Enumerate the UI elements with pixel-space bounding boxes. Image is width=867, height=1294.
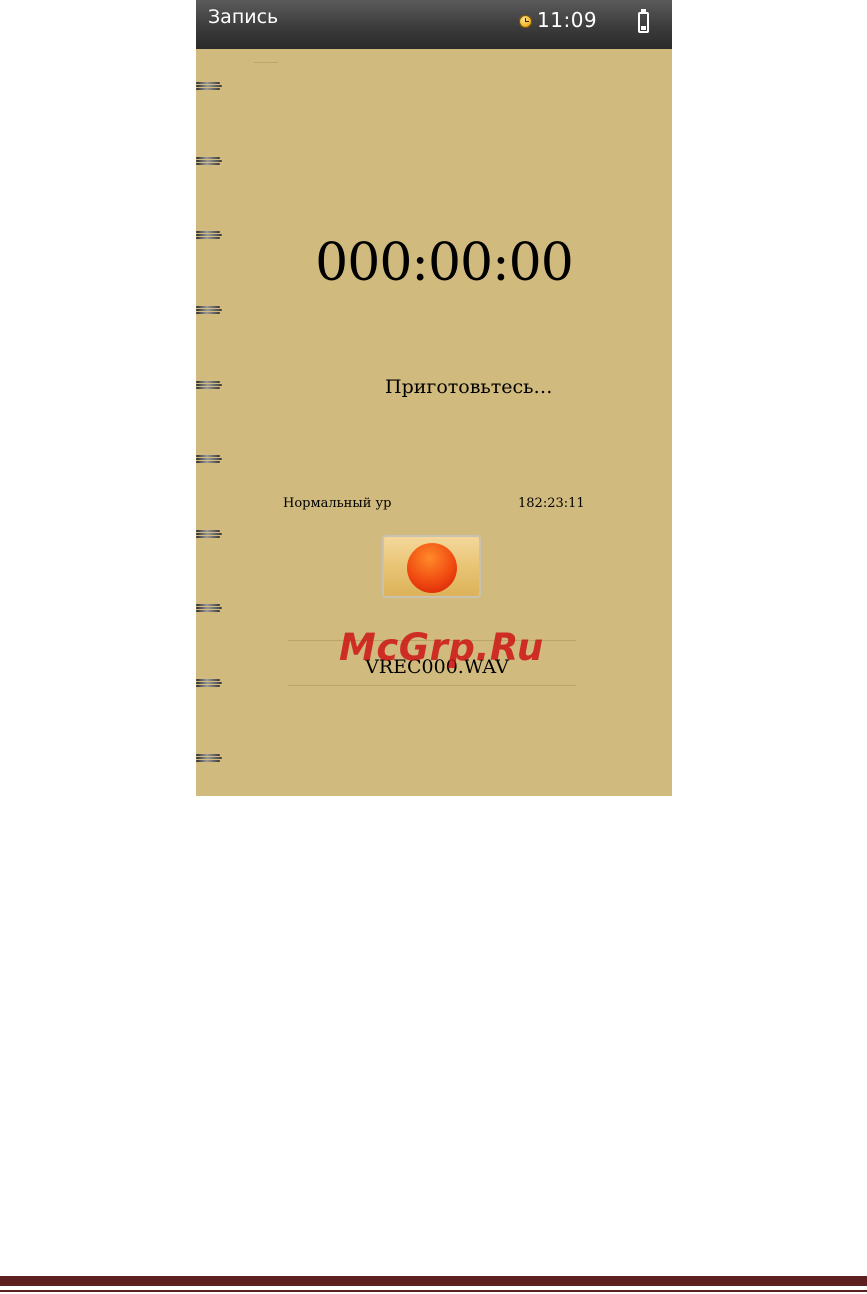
spiral-ring-icon [196,603,222,613]
spiral-ring-icon [196,454,222,464]
spiral-ring-icon [196,678,222,688]
clock-icon [519,15,532,28]
spiral-ring-icon [196,305,222,315]
battery-icon [638,9,649,33]
spiral-ring-icon [196,529,222,539]
app-title: Запись [208,6,279,28]
remaining-time: 182:23:11 [518,496,585,511]
watermark-logo: McGrp.Ru [339,626,544,669]
document-page: Запись 11:09 000:00:00 Приготовьтесь… Но… [0,0,867,1294]
spiral-ring-icon [196,156,222,166]
filename-bottom-rule [288,685,576,686]
quality-label: Нормальный ур [283,496,392,511]
status-bar: Запись 11:09 [196,0,672,49]
footer-band [0,1276,867,1286]
spiral-ring-icon [196,753,222,763]
status-time: 11:09 [537,8,598,32]
spiral-ring-icon [196,380,222,390]
recorder-screen: Запись 11:09 000:00:00 Приготовьтесь… Но… [196,0,672,796]
spiral-ring-icon [196,81,222,91]
recording-timer: 000:00:00 [315,233,574,293]
record-icon [407,543,457,593]
record-button[interactable] [382,535,481,598]
footer-line [0,1290,867,1292]
notebook-margin-line [254,62,278,63]
status-message: Приготовьтесь… [385,376,553,398]
